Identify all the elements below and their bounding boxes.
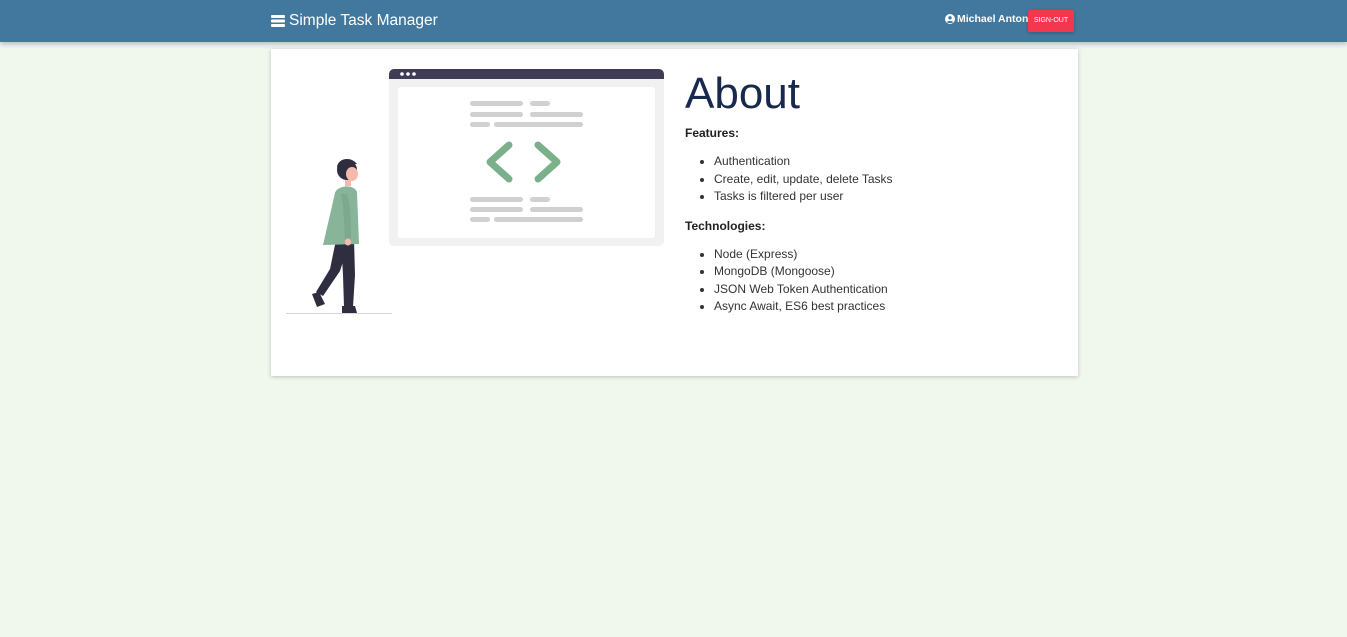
page-title: About — [685, 69, 800, 118]
features-list: Authentication Create, edit, update, del… — [685, 153, 1065, 206]
brand-title: Simple Task Manager — [289, 12, 438, 29]
user-menu[interactable]: Michael Antoni — [945, 13, 1031, 25]
list-item: Tasks is filtered per user — [714, 188, 1065, 206]
user-name: Michael Antoni — [957, 13, 1032, 25]
about-card: About Features: Authentication Create, e… — [271, 49, 1078, 376]
menu-icon — [271, 14, 285, 28]
list-item: Create, edit, update, delete Tasks — [714, 171, 1065, 189]
top-navbar: Simple Task Manager Michael Antoni SIGN-… — [0, 0, 1347, 42]
technologies-list: Node (Express) MongoDB (Mongoose) JSON W… — [685, 246, 1065, 316]
walking-person-icon — [286, 158, 392, 314]
list-item: MongoDB (Mongoose) — [714, 263, 1065, 281]
list-item: Node (Express) — [714, 246, 1065, 264]
about-content: About Features: Authentication Create, e… — [685, 69, 1065, 316]
developer-code-window-illustration — [271, 49, 671, 376]
list-item: JSON Web Token Authentication — [714, 281, 1065, 299]
sign-out-button[interactable]: SIGN-OUT — [1028, 10, 1074, 32]
list-item: Authentication — [714, 153, 1065, 171]
user-circle-icon — [945, 14, 955, 24]
list-item: Async Await, ES6 best practices — [714, 298, 1065, 316]
features-heading: Features: — [685, 126, 740, 140]
technologies-heading: Technologies: — [685, 218, 766, 233]
browser-window-icon — [389, 69, 664, 246]
brand-link[interactable]: Simple Task Manager — [271, 11, 438, 31]
